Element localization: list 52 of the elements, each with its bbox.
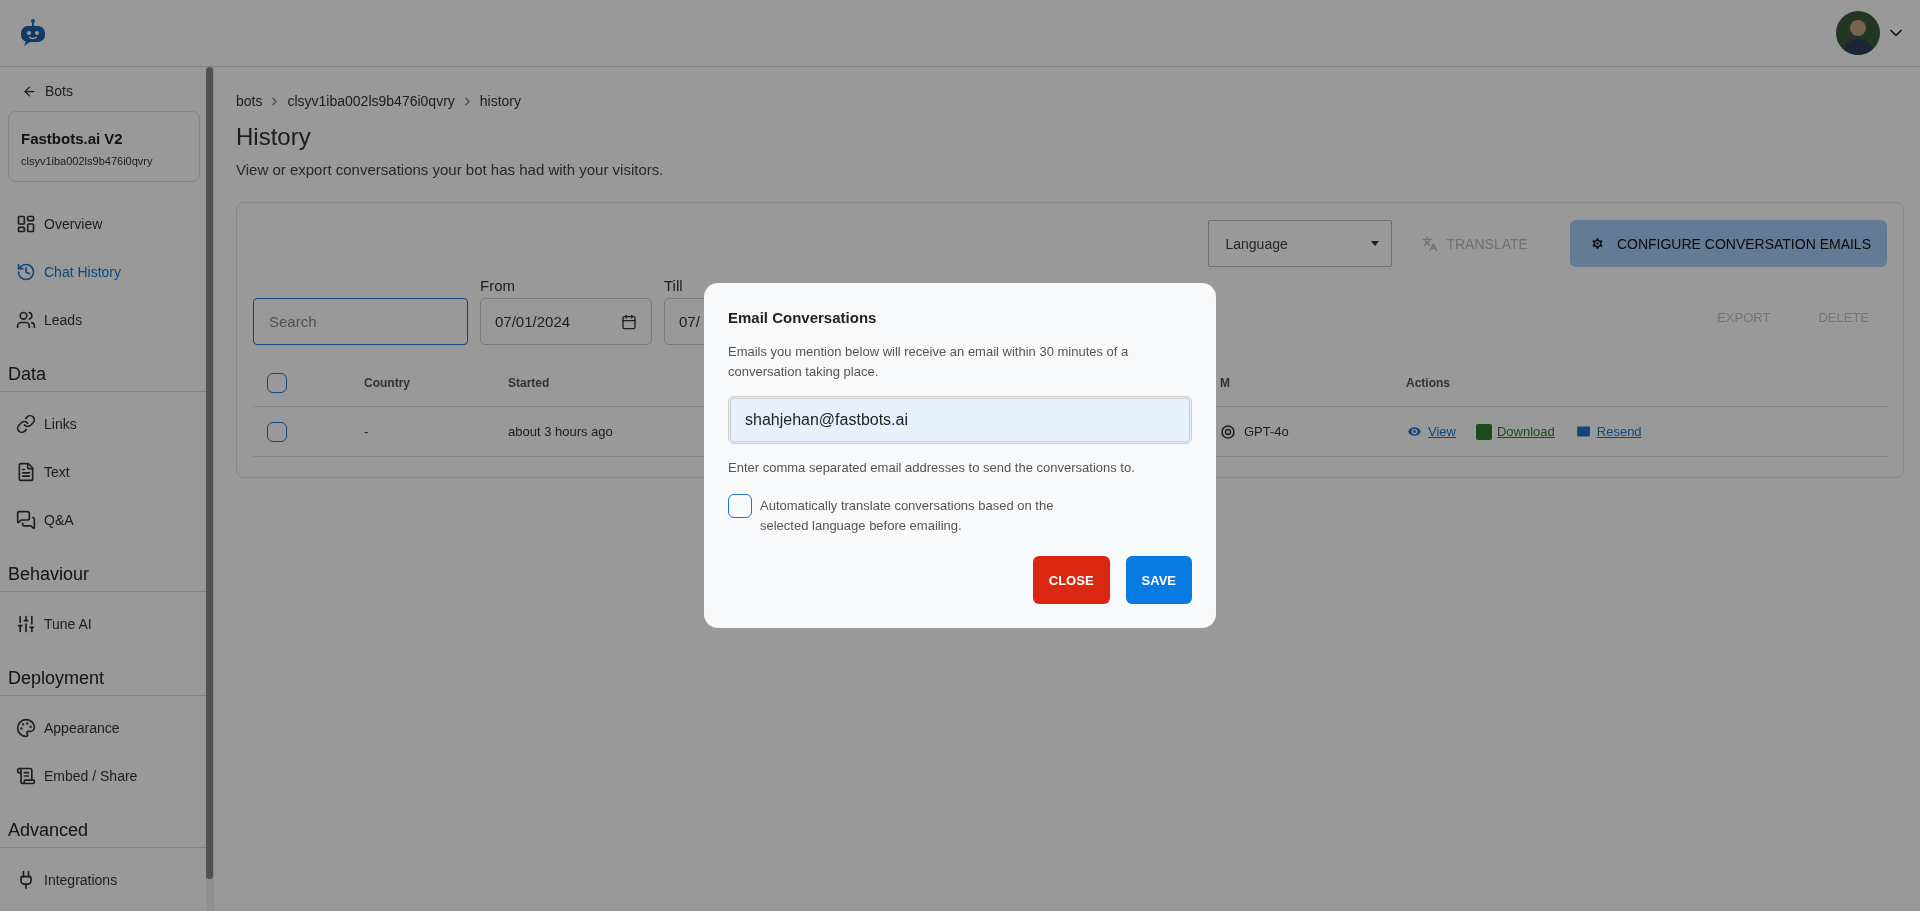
sliders-icon (16, 614, 36, 634)
row-checkbox[interactable] (267, 421, 287, 442)
link-icon (16, 414, 36, 434)
date-label: Till (664, 277, 684, 294)
select-all-checkbox[interactable] (267, 372, 287, 393)
date-label: From (480, 277, 516, 294)
column-header: Actions (1406, 375, 1450, 390)
calendar-icon (621, 313, 637, 330)
helper-text: Enter comma separated email addresses to send the conversations to. (728, 459, 1136, 477)
download-link[interactable]: Download (1475, 423, 1555, 440)
resend-link[interactable]: Resend (1574, 423, 1642, 440)
bot-id: clsyv1iba002ls9b476i0qvry (21, 155, 154, 167)
dashboard-icon (16, 214, 36, 234)
page-description: View or export conversations your bot has had with your visitors. (236, 161, 665, 178)
document-icon (16, 462, 36, 482)
breadcrumb-link[interactable]: history (479, 93, 522, 109)
configure-emails-button[interactable]: CONFIGURE CONVERSATION EMAILS (1569, 220, 1887, 267)
scroll-icon (16, 766, 36, 786)
table-cell: about 3 hours ago (508, 424, 613, 439)
column-header: M (1220, 375, 1230, 390)
back-link[interactable]: Bots (8, 75, 200, 107)
translate-icon (1422, 235, 1439, 252)
breadcrumb-link[interactable]: clsyv1iba002ls9b476i0qvry (287, 93, 455, 109)
column-header: Started (508, 375, 550, 390)
breadcrumb-link[interactable]: bots (236, 93, 263, 109)
page-title: History (236, 123, 312, 151)
checkbox-label: Automatically translate conversations based on the selected language before emailing. (760, 497, 1055, 535)
model-icon (1220, 423, 1236, 440)
history-icon (16, 262, 36, 282)
auto-translate-checkbox[interactable] (728, 494, 752, 518)
dialog-description: Emails you mention below will receive an email within 30 minutes of a conversation taking place. (728, 343, 1130, 381)
column-header: Country (364, 375, 410, 390)
search-field[interactable]: Search (253, 298, 468, 345)
arrow-left-icon (22, 83, 37, 99)
date-field[interactable]: 07/01/2024 (480, 298, 652, 345)
scrollbar-thumb[interactable] (206, 67, 213, 879)
language-select[interactable]: Language (1208, 220, 1393, 267)
close-button[interactable]: CLOSE (1032, 556, 1110, 604)
chat-bubbles-icon (16, 510, 36, 530)
save-button[interactable]: SAVE (1125, 556, 1192, 604)
dropdown-caret-icon (1371, 241, 1380, 246)
dialog-title: Email Conversations (728, 309, 878, 326)
table-cell: - (364, 424, 369, 439)
avatar[interactable] (1836, 11, 1880, 55)
view-link[interactable]: View (1406, 423, 1456, 440)
settings-icon (1589, 236, 1605, 251)
email-field[interactable]: shahjehan@fastbots.ai (728, 396, 1192, 444)
bot-name: Fastbots.ai V2 (21, 130, 124, 147)
table-cell: GPT-4o (1244, 424, 1289, 439)
people-icon (16, 310, 36, 330)
palette-icon (16, 718, 36, 738)
robot-logo[interactable] (18, 18, 48, 48)
